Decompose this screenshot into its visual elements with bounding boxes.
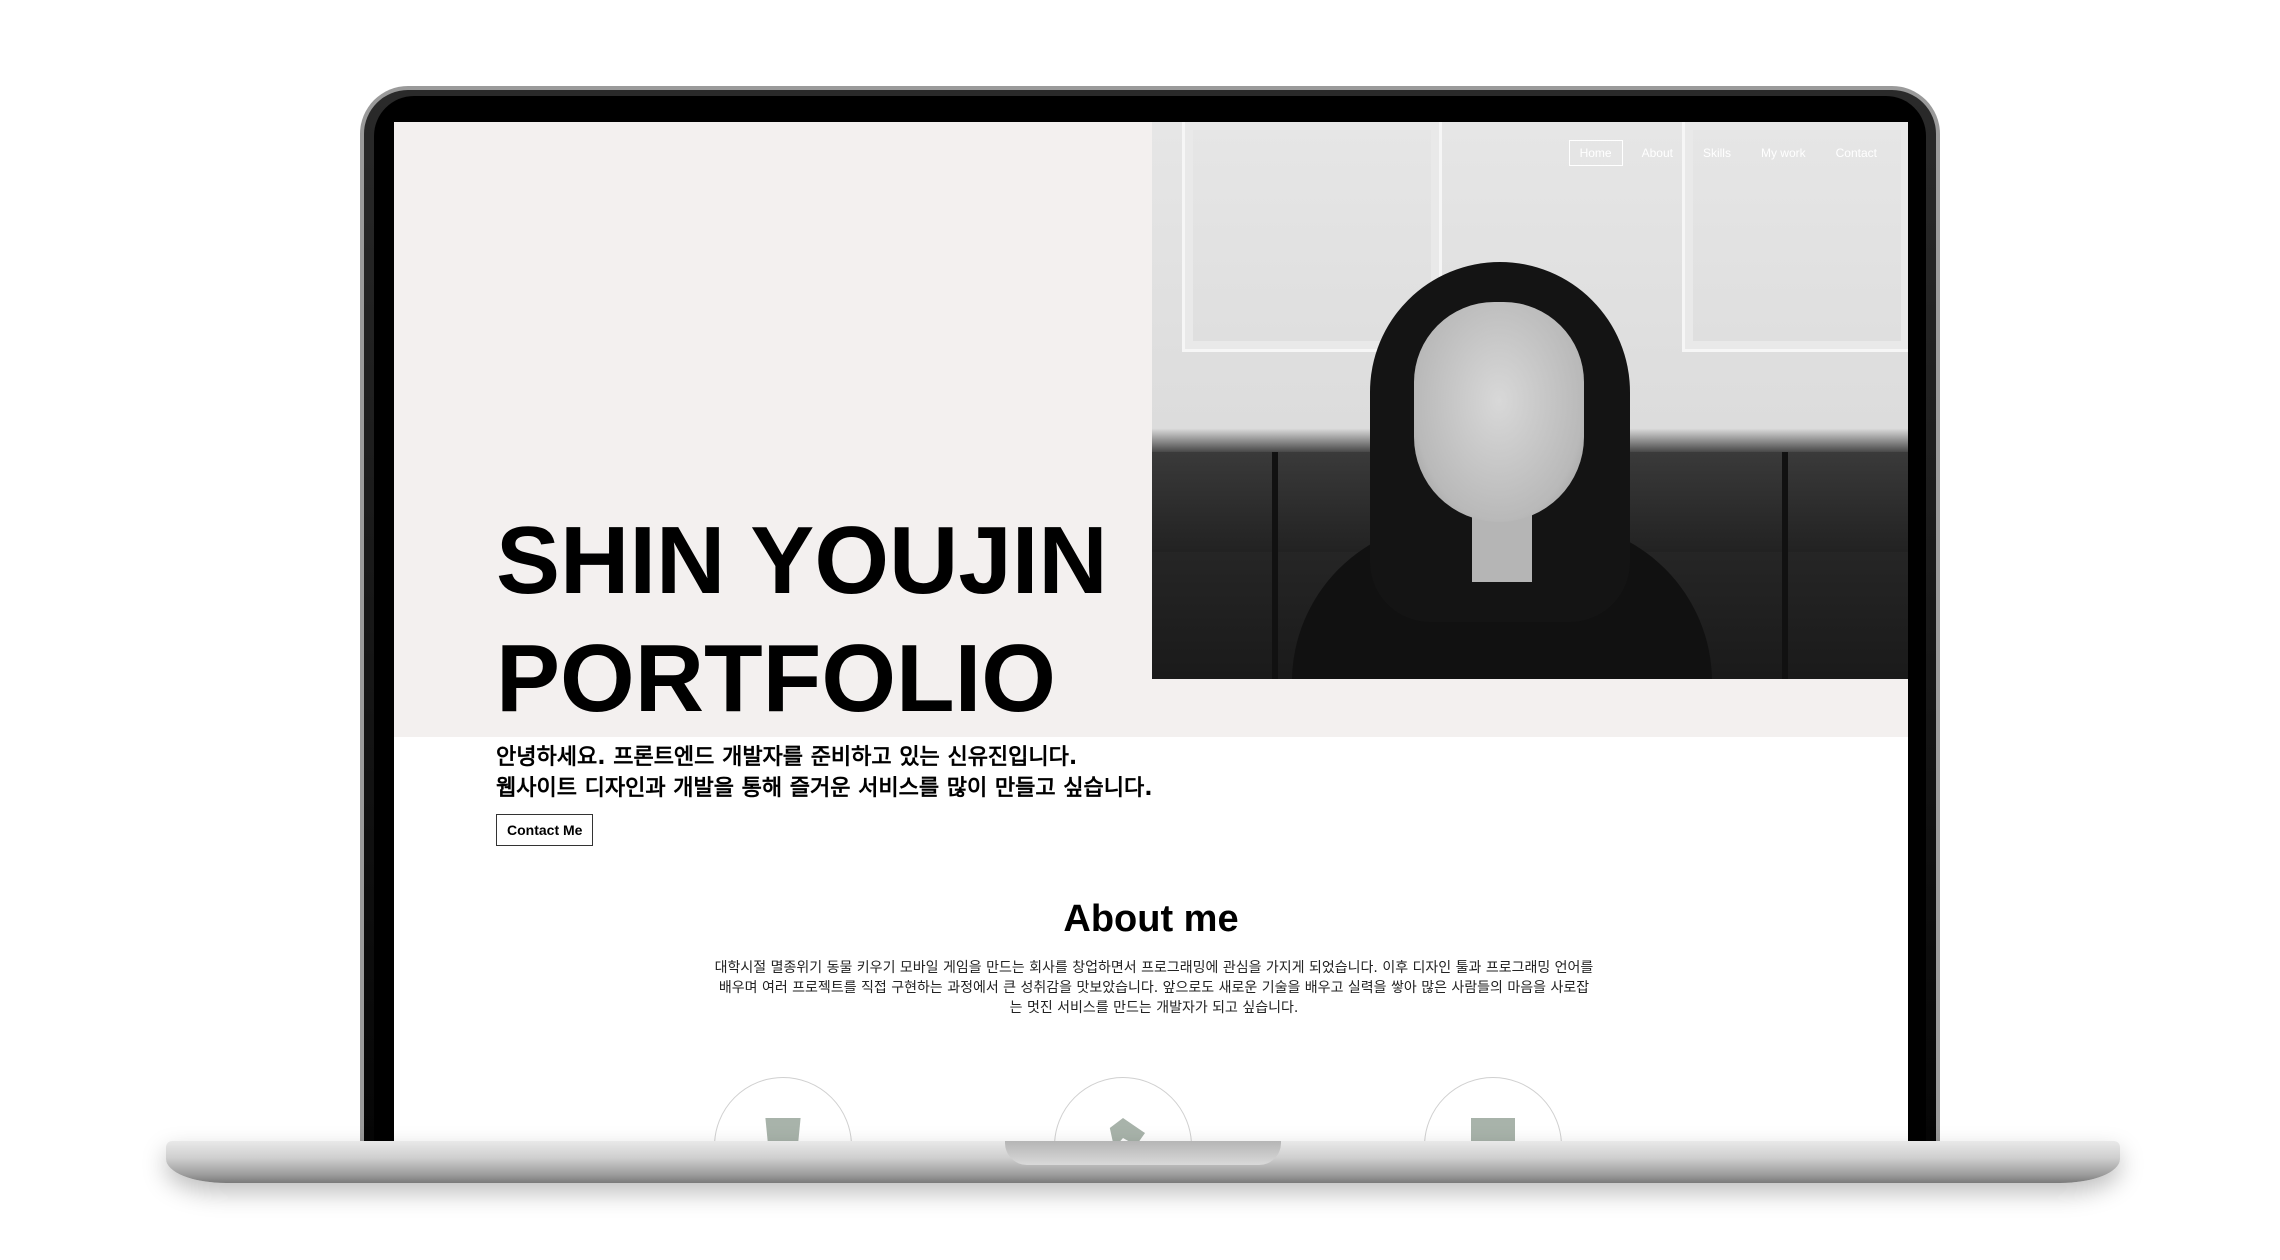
hero-title-line1: SHIN YOUJIN [496,507,1108,614]
skill-circle-html [714,1077,852,1142]
sofa-seam [1782,452,1788,679]
person-face [1414,302,1584,522]
skill-circle-handshake [1054,1077,1192,1142]
hero-intro: 안녕하세요. 프론트엔드 개발자를 준비하고 있는 신유진입니다. 웹사이트 디… [496,742,1396,804]
skill-circle-square [1424,1077,1562,1142]
about-text: 대학시절 멸종위기 동물 키우기 모바일 게임을 만드는 회사를 창업하면서 프… [714,960,1594,1016]
profile-photo: Home About Skills My work Contact [1152,122,1908,679]
laptop-notch [1005,1141,1281,1165]
nav-skills[interactable]: Skills [1692,140,1742,166]
laptop-screen: Home About Skills My work Contact SHIN Y… [394,122,1908,1142]
intro-line2: 웹사이트 디자인과 개발을 통해 즐거운 서비스를 많이 만들고 싶습니다. [496,776,1153,801]
nav-contact[interactable]: Contact [1825,140,1888,166]
contact-me-button[interactable]: Contact Me [496,814,594,846]
handshake-icon [1109,1118,1145,1142]
intro-line1: 안녕하세요. 프론트엔드 개발자를 준비하고 있는 신유진입니다. [496,745,1078,770]
top-navigation: Home About Skills My work Contact [1568,140,1888,166]
about-title: About me [1063,898,1239,940]
nav-home[interactable]: Home [1568,140,1623,166]
square-icon [1471,1118,1515,1142]
nav-my-work[interactable]: My work [1750,140,1817,166]
sofa-seam [1272,452,1278,679]
html5-icon [765,1118,801,1142]
hero-title: SHIN YOUJIN PORTFOLIO [496,502,1256,738]
nav-about[interactable]: About [1631,140,1684,166]
hero-title-line2: PORTFOLIO [496,625,1056,732]
mockup-stage: Home About Skills My work Contact SHIN Y… [0,0,2280,1260]
